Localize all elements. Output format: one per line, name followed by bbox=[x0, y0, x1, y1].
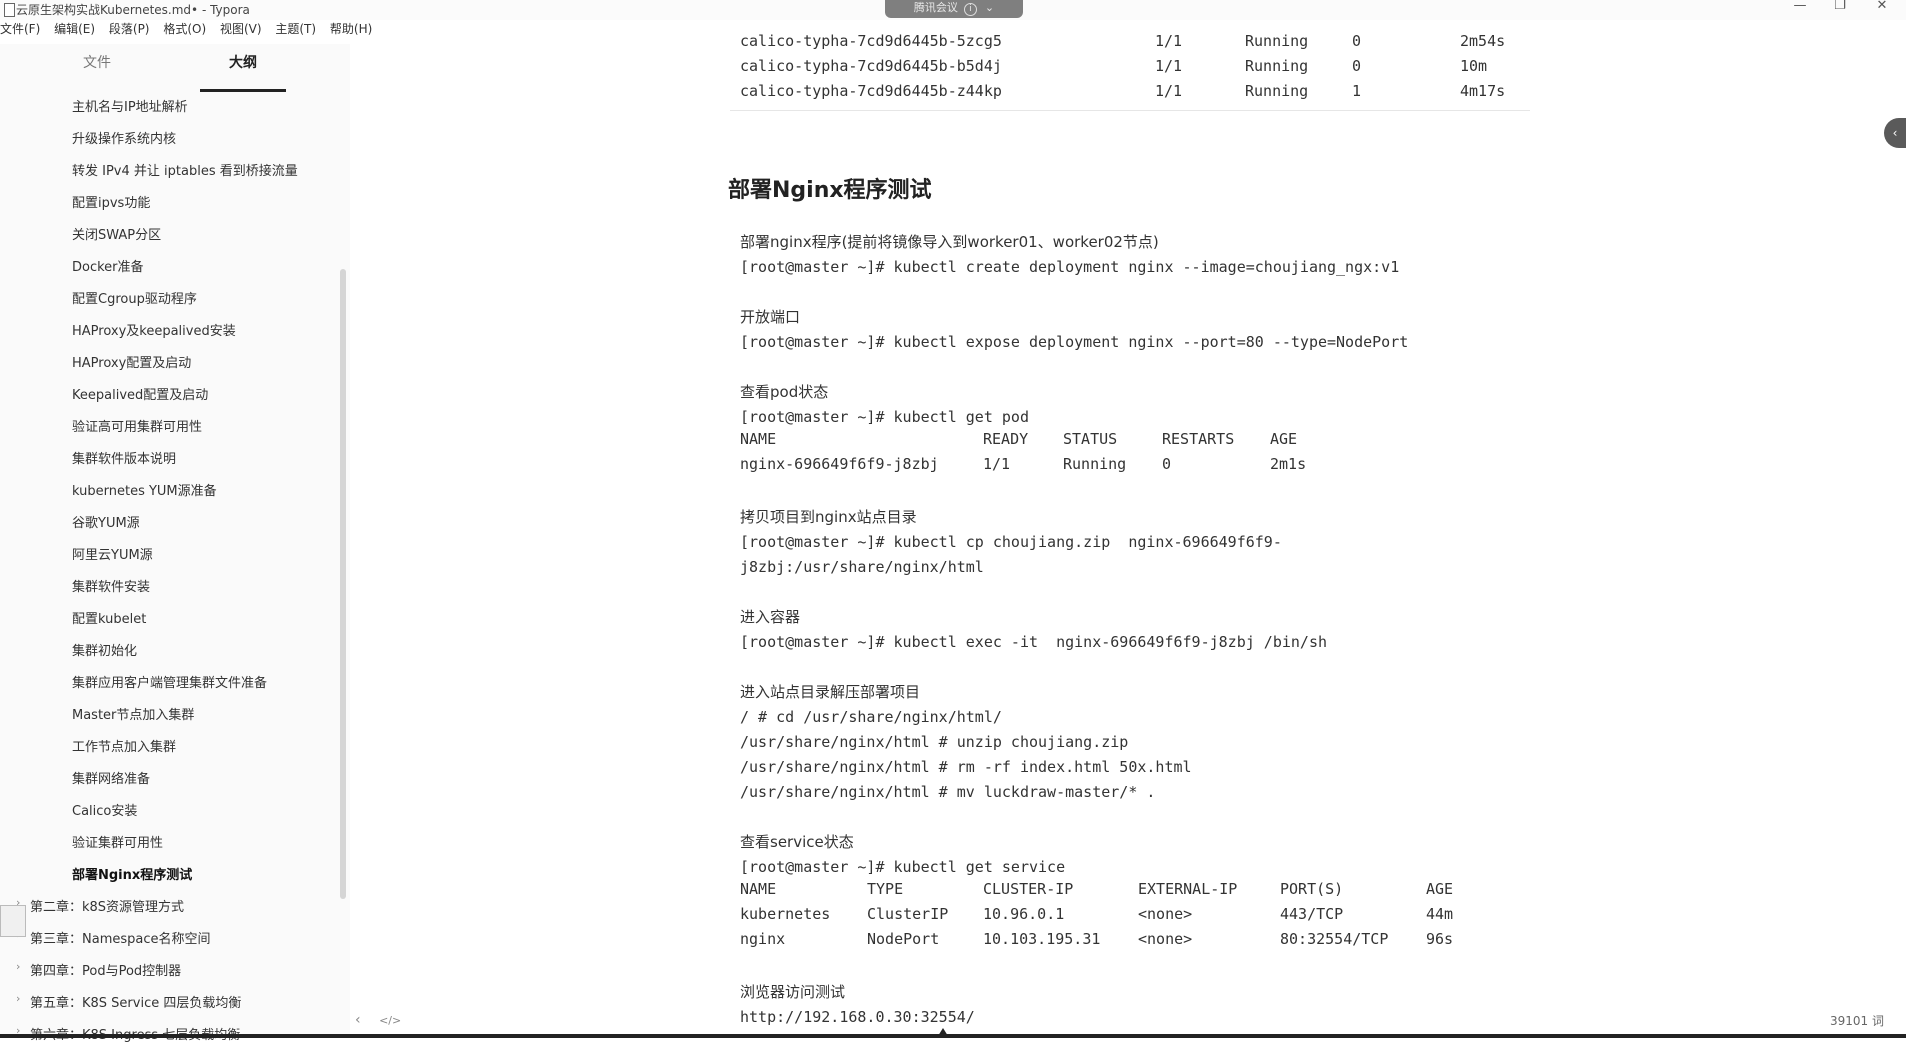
outline-item[interactable]: 配置kubelet bbox=[72, 608, 146, 627]
meeting-overlay-badge[interactable]: 腾讯会议 i ⌄ bbox=[885, 0, 1023, 18]
outline-item[interactable]: 主机名与IP地址解析 bbox=[72, 96, 188, 115]
command-line: /usr/share/nginx/html # unzip choujiang.… bbox=[740, 733, 1129, 751]
outline-item[interactable]: 升级操作系统内核 bbox=[72, 128, 176, 147]
chevron-left-icon[interactable]: ‹ bbox=[355, 1012, 361, 1028]
outline-item[interactable]: 转发 IPv4 并让 iptables 看到桥接流量 bbox=[72, 160, 298, 179]
outline-item[interactable]: 集群软件安装 bbox=[72, 576, 150, 595]
menu-help[interactable]: 帮助(H) bbox=[330, 20, 372, 37]
table-row: kubernetes ClusterIP 10.96.0.1 <none> 44… bbox=[740, 905, 1454, 923]
outline-item[interactable]: 集群网络准备 bbox=[72, 768, 150, 787]
outline-chapter[interactable]: › 第二章：k8S资源管理方式 bbox=[16, 896, 184, 915]
outline-item[interactable]: 验证高可用集群可用性 bbox=[72, 416, 202, 435]
menu-format[interactable]: 格式(O) bbox=[163, 20, 206, 37]
source-code-icon[interactable]: </> bbox=[379, 1014, 401, 1027]
menu-edit[interactable]: 编辑(E) bbox=[54, 20, 95, 37]
sidebar: 文件 大纲 主机名与IP地址解析 升级操作系统内核 转发 IPv4 并让 ipt… bbox=[0, 44, 350, 1043]
outline-item[interactable]: 阿里云YUM源 bbox=[72, 544, 153, 563]
editor-content[interactable]: calico-typha-7cd9d6445b-5zcg5 1/1 Runnin… bbox=[720, 30, 1540, 1030]
tab-outline[interactable]: 大纲 bbox=[229, 52, 257, 72]
typora-app-icon bbox=[4, 3, 15, 17]
table-row: nginx-696649f6f9-j8zbj 1/1 Running 0 2m1… bbox=[740, 455, 1307, 473]
step-title: 查看pod状态 bbox=[740, 383, 829, 401]
outline-item[interactable]: HAProxy配置及启动 bbox=[72, 352, 191, 371]
outline-item[interactable]: HAProxy及keepalived安装 bbox=[72, 320, 236, 339]
command-line: [root@master ~]# kubectl get service bbox=[740, 858, 1066, 876]
command-line: [root@master ~]# kubectl cp choujiang.zi… bbox=[740, 533, 1282, 551]
outline-item[interactable]: 配置ipvs功能 bbox=[72, 192, 150, 211]
minimize-button[interactable]: — bbox=[1780, 0, 1820, 16]
outline-item[interactable]: Calico安装 bbox=[72, 800, 137, 819]
code-block-nginx-deploy: 部署nginx程序(提前将镜像导入到worker01、worker02节点) [… bbox=[740, 230, 1454, 1030]
tab-files[interactable]: 文件 bbox=[83, 52, 111, 72]
outline-item[interactable]: Master节点加入集群 bbox=[72, 704, 194, 723]
code-block-border bbox=[730, 110, 1530, 111]
menu-paragraph[interactable]: 段落(P) bbox=[109, 20, 150, 37]
bottom-border bbox=[0, 1034, 1906, 1038]
word-count[interactable]: 39101 词 bbox=[1830, 1012, 1884, 1029]
step-title: 查看service状态 bbox=[740, 833, 854, 851]
info-icon[interactable]: i bbox=[963, 3, 977, 16]
menu-theme[interactable]: 主题(T) bbox=[275, 20, 316, 37]
command-line: /usr/share/nginx/html # rm -rf index.htm… bbox=[740, 758, 1192, 776]
outline-item-active[interactable]: 部署Nginx程序测试 bbox=[72, 864, 192, 883]
command-line: / # cd /usr/share/nginx/html/ bbox=[740, 708, 1002, 726]
active-tab-indicator bbox=[200, 89, 286, 92]
meeting-label: 腾讯会议 bbox=[913, 1, 958, 14]
command-line: [root@master ~]# kubectl expose deployme… bbox=[740, 333, 1409, 351]
outline-chapter[interactable]: › 第五章：K8S Service 四层负载均衡 bbox=[16, 992, 241, 1011]
mouse-cursor-icon bbox=[938, 1028, 948, 1036]
menu-view[interactable]: 视图(V) bbox=[220, 20, 262, 37]
close-button[interactable]: ✕ bbox=[1862, 0, 1902, 16]
sidebar-tabs: 文件 大纲 bbox=[0, 52, 350, 92]
outline-item[interactable]: 集群软件版本说明 bbox=[72, 448, 176, 467]
outline-item[interactable]: 关闭SWAP分区 bbox=[72, 224, 161, 243]
chevron-right-icon[interactable]: › bbox=[16, 992, 20, 1005]
url-line: http://192.168.0.30:32554/ bbox=[740, 1008, 975, 1026]
outline-item[interactable]: 集群初始化 bbox=[72, 640, 137, 659]
sidebar-scrollbar[interactable] bbox=[340, 269, 346, 899]
command-line: [root@master ~]# kubectl create deployme… bbox=[740, 258, 1400, 276]
menu-bar: 文件(F) 编辑(E) 段落(P) 格式(O) 视图(V) 主题(T) 帮助(H… bbox=[0, 20, 382, 40]
command-line: /usr/share/nginx/html # mv luckdraw-mast… bbox=[740, 783, 1156, 801]
command-line: j8zbj:/usr/share/nginx/html bbox=[740, 558, 984, 576]
outline-item[interactable]: 验证集群可用性 bbox=[72, 832, 163, 851]
section-heading: 部署Nginx程序测试 bbox=[728, 178, 932, 203]
outline-item[interactable]: kubernetes YUM源准备 bbox=[72, 480, 217, 499]
step-title: 浏览器访问测试 bbox=[740, 983, 846, 1001]
step-title: 进入站点目录解压部署项目 bbox=[740, 683, 921, 701]
sidebar-footer: ‹ </> bbox=[355, 1012, 401, 1028]
command-line: [root@master ~]# kubectl exec -it nginx-… bbox=[740, 633, 1327, 651]
step-title: 拷贝项目到nginx站点目录 bbox=[740, 508, 917, 526]
step-title: 开放端口 bbox=[740, 308, 801, 326]
outline-item[interactable]: Docker准备 bbox=[72, 256, 144, 275]
outline-chapter[interactable]: › 第四章：Pod与Pod控制器 bbox=[16, 960, 181, 979]
outline-item[interactable]: 集群应用客户端管理集群文件准备 bbox=[72, 672, 267, 691]
window-title: 云原生架构实战Kubernetes.md• - Typora bbox=[16, 3, 250, 17]
step-title: 进入容器 bbox=[740, 608, 801, 626]
chevron-down-icon[interactable]: ⌄ bbox=[985, 1, 994, 14]
outline-item[interactable]: 配置Cgroup驱动程序 bbox=[72, 288, 197, 307]
panel-toggle-icon[interactable] bbox=[0, 905, 26, 937]
menu-file[interactable]: 文件(F) bbox=[0, 20, 40, 37]
maximize-button[interactable]: ❐ bbox=[1820, 0, 1860, 16]
command-line: [root@master ~]# kubectl get pod bbox=[740, 408, 1029, 426]
outline-item[interactable]: 工作节点加入集群 bbox=[72, 736, 176, 755]
collapse-sidebar-icon[interactable]: ‹ bbox=[1884, 118, 1906, 148]
outline-item[interactable]: 谷歌YUM源 bbox=[72, 512, 140, 531]
outline-item[interactable]: Keepalived配置及启动 bbox=[72, 384, 208, 403]
outline-chapter[interactable]: ›第三章：Namespace名称空间 bbox=[16, 928, 211, 947]
table-row: nginx NodePort 10.103.195.31 <none> 80:3… bbox=[740, 930, 1454, 948]
table-header: NAME READY STATUS RESTARTS AGE bbox=[740, 430, 1298, 448]
step-title: 部署nginx程序(提前将镜像导入到worker01、worker02节点) bbox=[740, 233, 1159, 251]
chevron-right-icon[interactable]: › bbox=[16, 960, 20, 973]
table-header: NAME TYPE CLUSTER-IP EXTERNAL-IP PORT(S)… bbox=[740, 880, 1454, 898]
